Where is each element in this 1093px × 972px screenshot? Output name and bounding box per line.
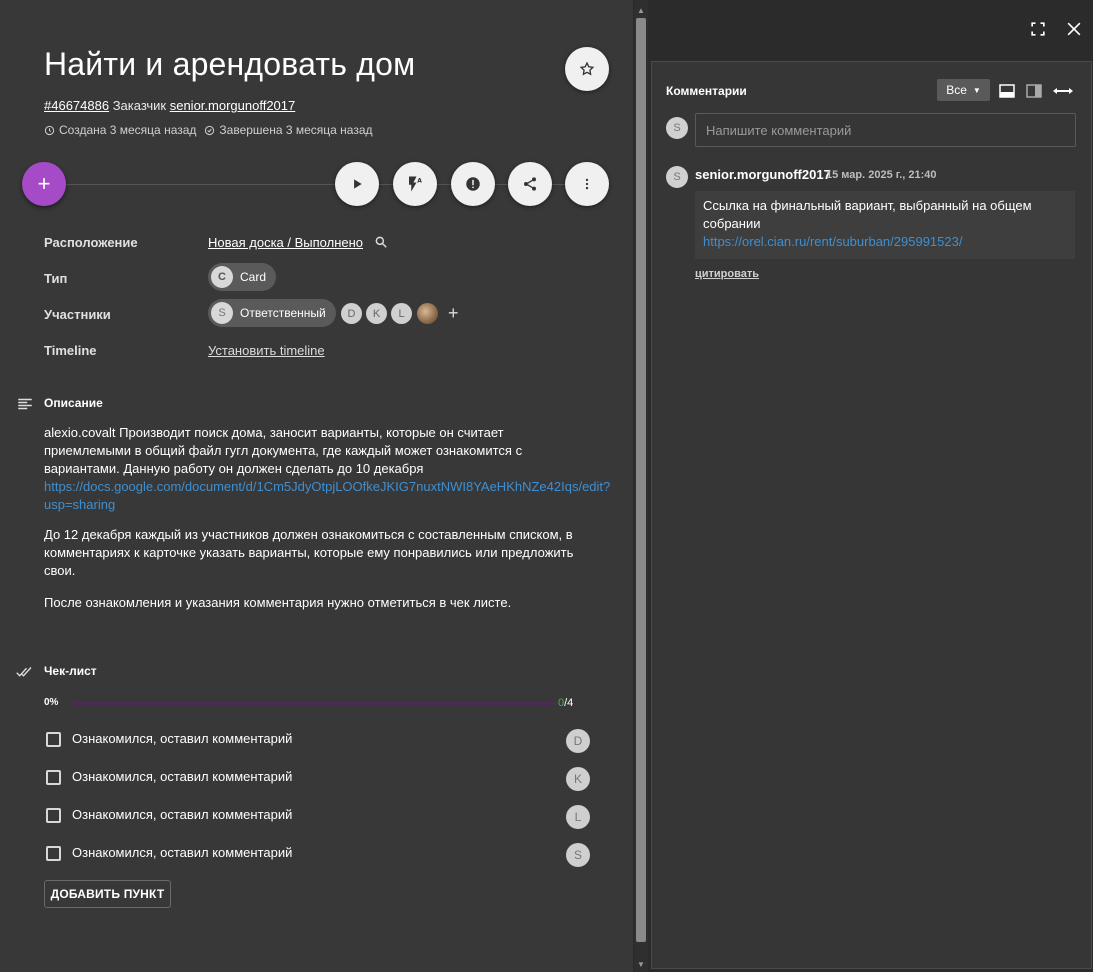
checklist-item-label[interactable]: Ознакомился, оставил комментарий [72,807,292,822]
customer-link[interactable]: senior.morgunoff2017 [170,98,296,113]
description-text: alexio.covalt Производит поиск дома, зан… [44,425,523,476]
responsible-chip[interactable]: S Ответственный [208,299,336,327]
check-circle-icon [205,125,215,135]
more-button[interactable] [565,162,609,206]
svg-text:A: A [417,178,422,185]
progress-bar [72,702,556,705]
timeline-link[interactable]: Установить timeline [208,343,325,358]
description-paragraph[interactable]: alexio.covalt Производит поиск дома, зан… [44,424,610,514]
progress-count: 0/4 [558,697,573,709]
checklist-item-label[interactable]: Ознакомился, оставил комментарий [72,769,292,784]
checklist-item[interactable]: Ознакомился, оставил комментарий S [44,843,592,867]
assignee-avatar[interactable]: S [566,843,590,867]
fullscreen-icon[interactable] [1028,19,1048,39]
comments-title: Комментарии [666,84,747,98]
alert-icon [466,177,480,191]
comment-author-avatar[interactable]: S [666,166,688,188]
checklist-item-label[interactable]: Ознакомился, оставил комментарий [72,845,292,860]
more-vertical-icon [585,178,589,190]
comments-filter-dropdown[interactable]: Все ▼ [937,79,990,101]
play-icon [354,179,362,189]
description-paragraph[interactable]: До 12 декабря каждый из участников долже… [44,526,592,580]
plus-icon: + [37,171,51,196]
description-icon [18,398,32,410]
location-link[interactable]: Новая доска / Выполнено [208,235,363,250]
chevron-down-icon: ▼ [972,85,981,95]
assignee-avatar[interactable]: D [566,729,590,753]
add-checklist-item-button[interactable]: ДОБАВИТЬ ПУНКТ [44,880,171,908]
type-chip[interactable]: C Card [208,263,277,291]
assignee-avatar[interactable]: L [566,805,590,829]
members-label: Участники [44,307,111,322]
checklist-item[interactable]: Ознакомился, оставил комментарий L [44,805,592,829]
checklist-item-label[interactable]: Ознакомился, оставил комментарий [72,731,292,746]
scroll-up-icon[interactable]: ▲ [636,6,646,16]
type-chip-label: Card [240,270,267,284]
filter-label: Все [946,83,967,97]
type-label: Тип [44,271,68,286]
favorite-button[interactable] [565,47,609,91]
created-text: Создана 3 месяца назад [59,123,197,137]
checklist-title: Чек-лист [44,664,97,678]
resize-horizontal-icon[interactable] [1052,84,1074,98]
created-date: Создана 3 месяца назад [44,123,196,137]
completed-text: Завершена 3 месяца назад [219,123,373,137]
clock-icon [44,125,55,135]
comment-date: 15 мар. 2025 г., 21:40 [826,169,937,181]
star-icon [579,61,595,76]
start-timer-button[interactable] [335,162,379,206]
search-icon[interactable] [374,235,388,249]
checkbox[interactable] [46,770,61,785]
card-title[interactable]: Найти и арендовать дом [44,46,415,83]
member-avatar[interactable]: K [366,303,387,324]
current-user-avatar: S [666,117,688,139]
scroll-down-icon[interactable]: ▼ [636,960,646,970]
add-member-icon[interactable]: + [448,304,459,322]
card-dates: Создана 3 месяца назад Завершена 3 месяц… [44,123,373,137]
block-button[interactable] [451,162,495,206]
comment-text: Ссылка на финальный вариант, выбранный н… [703,198,1032,231]
checklist-item[interactable]: Ознакомился, оставил комментарий D [44,729,592,753]
member-avatar[interactable]: D [341,303,362,324]
checkbox[interactable] [46,732,61,747]
member-photo-avatar[interactable] [417,303,438,324]
comment-input[interactable] [695,113,1076,147]
timeline-label: Timeline [44,343,97,358]
description-paragraph[interactable]: После ознакомления и указания комментари… [44,594,592,612]
card-meta: #46674886 Заказчик senior.morgunoff2017 [44,98,295,113]
progress-total: /4 [564,697,574,709]
description-link[interactable]: https://docs.google.com/document/d/1Cm5J… [44,478,610,514]
checklist-item[interactable]: Ознакомился, оставил комментарий K [44,767,592,791]
responsible-avatar: S [211,302,233,324]
automation-button[interactable]: A [393,162,437,206]
share-icon [524,177,536,191]
checkbox[interactable] [46,808,61,823]
layout-bottom-icon[interactable] [999,84,1015,98]
card-id-link[interactable]: #46674886 [44,98,109,113]
add-button[interactable]: + [22,162,66,206]
description-title: Описание [44,396,103,410]
scrollbar-thumb[interactable] [636,18,646,942]
share-button[interactable] [508,162,552,206]
double-check-icon [16,667,32,677]
comment-link[interactable]: https://orel.cian.ru/rent/suburban/29599… [703,233,1067,251]
completed-date: Завершена 3 месяца назад [204,123,373,137]
comment-author[interactable]: senior.morgunoff2017 [695,167,831,182]
comment-body: Ссылка на финальный вариант, выбранный н… [695,191,1075,259]
member-avatar[interactable]: L [391,303,412,324]
progress-percent: 0% [44,697,59,708]
flash-auto-icon: A [409,176,422,192]
layout-side-icon[interactable] [1026,84,1042,98]
type-avatar: C [211,266,233,288]
quote-comment-link[interactable]: цитировать [695,268,759,280]
responsible-chip-label: Ответственный [240,306,326,320]
assignee-avatar[interactable]: K [566,767,590,791]
customer-prefix: Заказчик [112,98,167,113]
close-icon[interactable] [1064,19,1084,39]
checkbox[interactable] [46,846,61,861]
location-label: Расположение [44,235,138,250]
